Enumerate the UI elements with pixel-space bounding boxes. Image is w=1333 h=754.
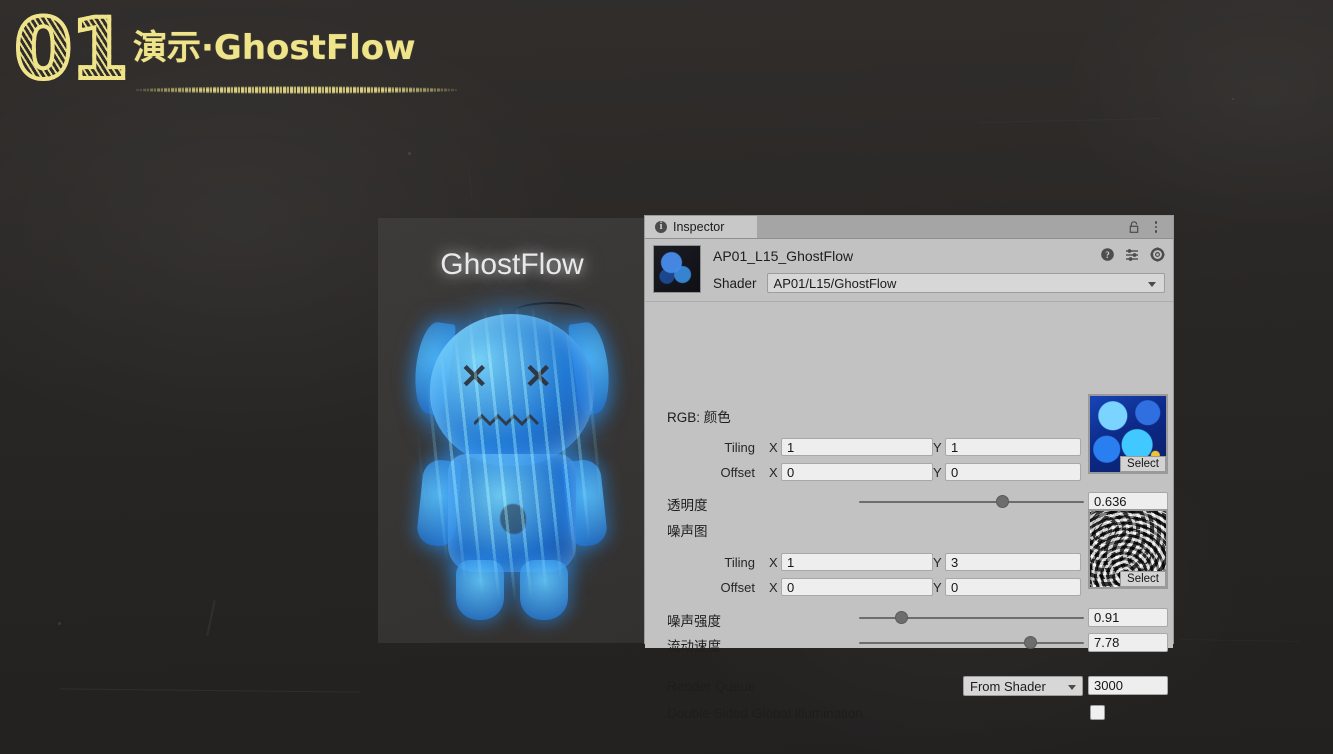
double-sided-gi-label: Double Sided Global Illumination: [667, 706, 863, 721]
inspector-properties: RGB: 颜色 Select Tiling X 1 Y 1 Offset X 0…: [645, 301, 1173, 721]
chalk-scratch: [1180, 639, 1300, 642]
noise-tiling-x-axis: X: [769, 555, 778, 570]
chalk-dust: [408, 152, 411, 155]
shader-dropdown[interactable]: AP01/L15/GhostFlow: [766, 273, 1165, 293]
ghost-mouth-zigzag: [474, 414, 540, 428]
chalk-scratch: [60, 688, 360, 693]
noise-texture-select-button[interactable]: Select: [1120, 571, 1166, 587]
inspector-panel: i Inspector AP01_L15_GhostFlow ? Shader …: [645, 216, 1173, 721]
noise-strength-value-input[interactable]: 0.91: [1088, 608, 1168, 627]
slide-root: 01 演示·GhostFlow GhostFlow ✕ ✕ i Inspecto…: [0, 0, 1333, 754]
preset-icon[interactable]: [1125, 247, 1140, 262]
flow-speed-value-input[interactable]: 7.78: [1088, 633, 1168, 652]
lock-icon[interactable]: [1127, 220, 1141, 234]
color-tiling-y-axis: Y: [933, 440, 942, 455]
color-tiling-y-input[interactable]: 1: [945, 438, 1081, 456]
noise-strength-slider-knob[interactable]: [895, 611, 909, 624]
noise-offset-label: Offset: [720, 580, 755, 595]
ghost-character: ✕ ✕: [404, 308, 620, 628]
noise-strength-slider-track[interactable]: [859, 617, 1084, 619]
slide-number: 01: [12, 0, 131, 98]
info-icon: i: [655, 221, 667, 233]
preview-title-text: GhostFlow: [440, 248, 584, 281]
tab-inspector[interactable]: i Inspector: [645, 216, 757, 238]
chalk-scratch: [206, 600, 216, 636]
material-header: AP01_L15_GhostFlow ? Shader AP01/L15/Gho…: [645, 239, 1173, 301]
shader-dropdown-value: AP01/L15/GhostFlow: [773, 275, 897, 291]
shader-row: Shader AP01/L15/GhostFlow: [713, 273, 1165, 293]
color-tiling-x-input[interactable]: 1: [781, 438, 933, 456]
ghost-eye-right-x-icon: ✕: [524, 358, 553, 396]
svg-text:?: ?: [1105, 250, 1110, 260]
noise-tiling-x-input[interactable]: 1: [781, 553, 933, 571]
gear-icon[interactable]: [1150, 247, 1165, 262]
color-tiling-x-axis: X: [769, 440, 778, 455]
material-name: AP01_L15_GhostFlow: [713, 248, 854, 264]
alpha-slider-knob[interactable]: [995, 495, 1009, 508]
ghost-eye-left-x-icon: ✕: [460, 358, 489, 396]
color-texture-thumbnail[interactable]: Select: [1088, 394, 1168, 474]
tab-inspector-label: Inspector: [673, 220, 725, 234]
inspector-tabstrip: i Inspector: [645, 216, 1173, 239]
noise-offset-x-axis: X: [769, 580, 778, 595]
color-offset-y-axis: Y: [933, 465, 942, 480]
help-icon[interactable]: ?: [1100, 247, 1115, 262]
alpha-label: 透明度: [667, 498, 708, 513]
rgb-color-label: RGB: 颜色: [667, 410, 731, 425]
color-texture-select-button[interactable]: Select: [1120, 456, 1166, 472]
alpha-slider-track[interactable]: [859, 501, 1084, 503]
title-underline-decoration: [136, 84, 458, 96]
render-queue-mode-value: From Shader: [970, 678, 1046, 694]
noise-strength-label: 噪声强度: [667, 614, 721, 629]
noise-map-label: 噪声图: [667, 524, 708, 539]
chevron-down-icon: [1068, 685, 1076, 690]
double-sided-gi-checkbox[interactable]: [1090, 705, 1105, 720]
chalk-scratch: [469, 170, 473, 198]
noise-offset-y-input[interactable]: 0: [945, 578, 1081, 596]
flow-speed-slider-knob[interactable]: [1023, 636, 1037, 649]
noise-tiling-y-input[interactable]: 3: [945, 553, 1081, 571]
chalk-dust: [1232, 98, 1234, 100]
noise-texture-thumbnail[interactable]: Select: [1088, 509, 1168, 589]
noise-tiling-label: Tiling: [724, 555, 755, 570]
page-title: 演示·GhostFlow: [133, 28, 416, 68]
ghost-head: [430, 314, 594, 466]
chalk-dust: [58, 622, 61, 625]
color-offset-y-input[interactable]: 0: [945, 463, 1081, 481]
color-tiling-label: Tiling: [724, 440, 755, 455]
chalk-scratch: [980, 118, 1160, 123]
flow-speed-slider-track[interactable]: [859, 642, 1084, 644]
ghost-leg-right: [520, 560, 568, 620]
noise-tiling-y-axis: Y: [933, 555, 942, 570]
render-queue-dropdown[interactable]: From Shader: [963, 676, 1083, 696]
material-preview-panel[interactable]: GhostFlow ✕ ✕: [378, 218, 646, 643]
color-offset-x-axis: X: [769, 465, 778, 480]
shader-label: Shader: [713, 275, 757, 291]
material-header-icons: ?: [1100, 247, 1165, 262]
material-thumbnail[interactable]: [653, 245, 701, 293]
flow-speed-label: 流动速度: [667, 639, 721, 654]
noise-offset-x-input[interactable]: 0: [781, 578, 933, 596]
render-queue-label: Render Queue: [667, 679, 756, 694]
ghost-leg-left: [456, 560, 504, 620]
noise-offset-y-axis: Y: [933, 580, 942, 595]
render-queue-value-input[interactable]: 3000: [1088, 676, 1168, 695]
ghost-belly-mark: [500, 504, 526, 534]
kebab-menu-icon[interactable]: [1149, 219, 1163, 235]
chevron-down-icon: [1148, 282, 1156, 287]
color-offset-label: Offset: [720, 465, 755, 480]
color-offset-x-input[interactable]: 0: [781, 463, 933, 481]
